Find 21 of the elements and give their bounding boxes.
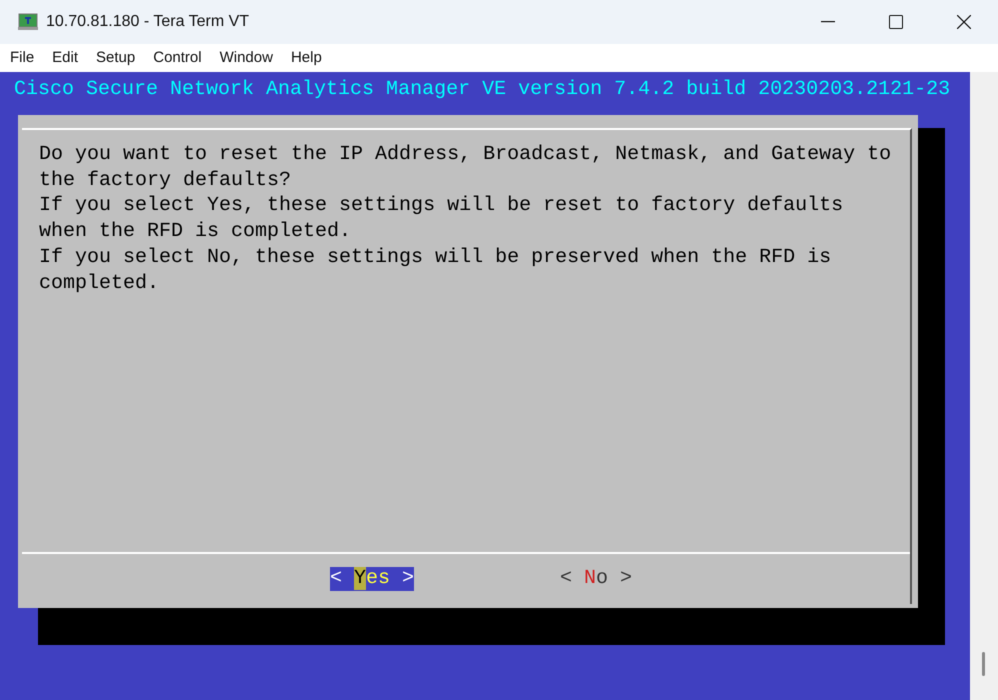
scrollbar-thumb[interactable] xyxy=(982,652,985,676)
dialog-text: completed. xyxy=(39,270,160,296)
close-icon xyxy=(957,15,971,29)
minimize-icon xyxy=(821,21,835,23)
menu-item[interactable]: Help xyxy=(290,46,322,70)
maximize-icon xyxy=(889,15,903,29)
menu-item[interactable]: Setup xyxy=(96,46,136,70)
terminal-icon xyxy=(18,13,38,31)
menu-item[interactable]: File xyxy=(10,46,34,70)
dialog-button[interactable]: < No > xyxy=(560,567,632,591)
terminal-header: Cisco Secure Network Analytics Manager VE version 7.4.2 build 20230203.2121-23 xyxy=(13,77,952,103)
window-title: 10.70.81.180 - Tera Term VT xyxy=(46,12,250,32)
dialog-text: when the RFD is completed. xyxy=(39,219,352,245)
dialog-text: the factory defaults? xyxy=(39,168,292,194)
menu-item[interactable]: Window xyxy=(220,46,273,70)
menu-item[interactable]: Control xyxy=(153,46,202,70)
dialog-text: Do you want to reset the IP Address, Broadcast, Netmask, and Gateway to xyxy=(39,142,892,168)
dialog-button[interactable]: < Yes > xyxy=(330,567,414,591)
dialog-text: If you select No, these settings will be preserved when the RFD is xyxy=(39,244,832,271)
dialog-text: If you select Yes, these settings will be reset to factory defaults xyxy=(39,193,844,220)
menu-item[interactable]: Edit xyxy=(52,46,78,70)
